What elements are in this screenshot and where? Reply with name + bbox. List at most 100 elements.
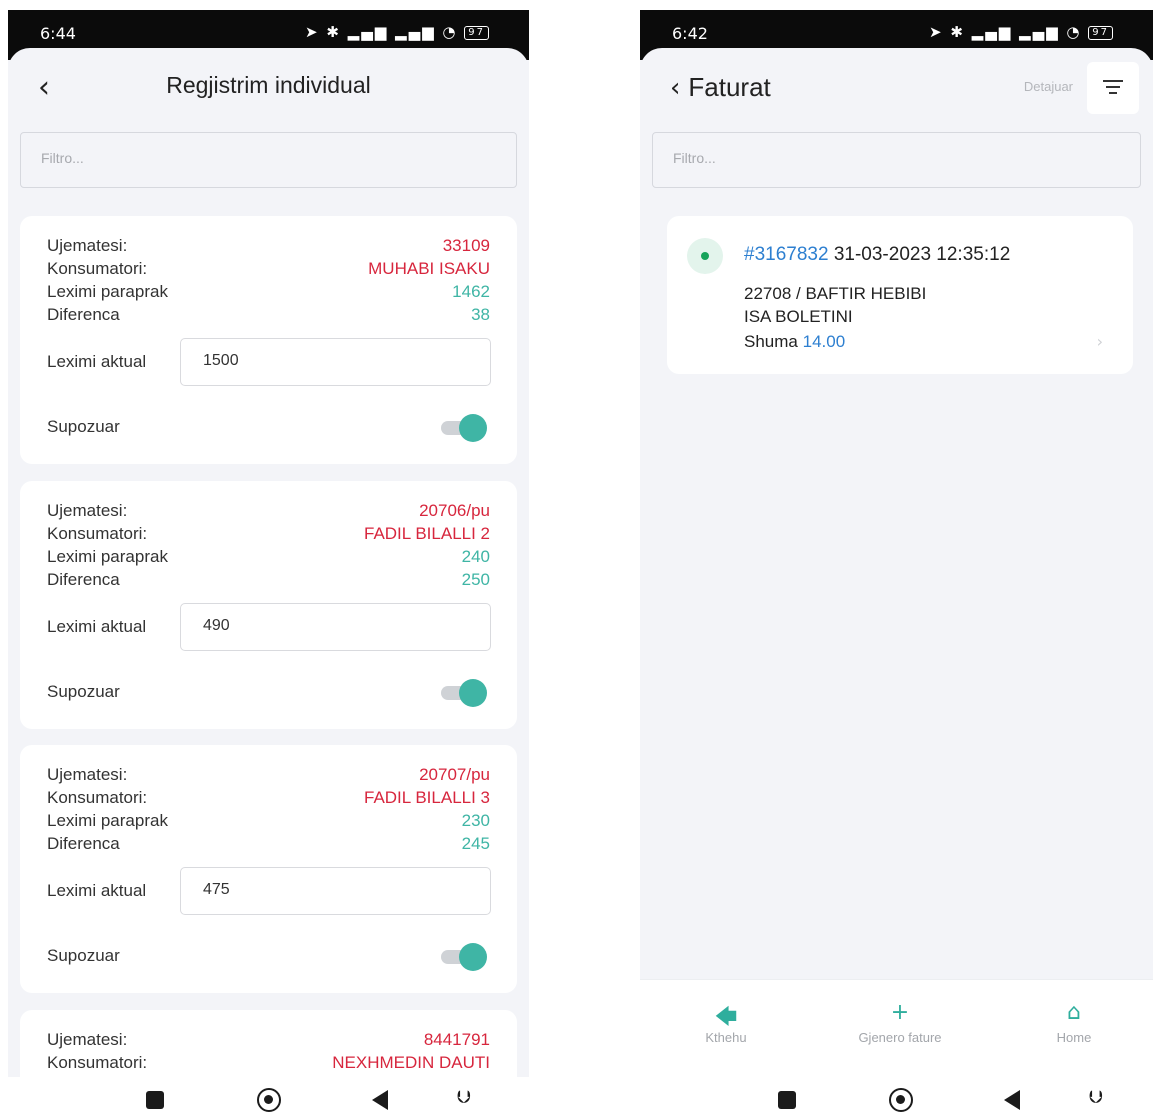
- supozuar-toggle[interactable]: [441, 413, 487, 443]
- konsumator-row: Konsumatori: FADIL BILALLI 3: [47, 788, 490, 811]
- leximi-aktual-input[interactable]: 490: [180, 603, 491, 651]
- gjenero-fature-label: Gjenero fature: [858, 1030, 942, 1045]
- ujemates-row: Ujematesi: 20706/pu: [47, 501, 490, 524]
- meter-card: Ujematesi: 20707/pu Konsumatori: FADIL B…: [20, 745, 517, 993]
- battery-icon: 97: [464, 25, 489, 40]
- ujemates-row: Ujematesi: 8441791: [47, 1030, 490, 1053]
- konsumator-label: Konsumatori:: [47, 259, 148, 278]
- konsumator-row: Konsumatori: MUHABI ISAKU: [47, 259, 490, 282]
- leximi-paraprak-value: 240: [461, 547, 490, 566]
- status-time: 6:42: [672, 24, 708, 43]
- konsumator-label: Konsumatori:: [47, 788, 148, 807]
- back-triangle-icon[interactable]: [372, 1090, 388, 1110]
- leximi-aktual-label: Leximi aktual: [47, 881, 147, 900]
- status-time: 6:44: [40, 24, 76, 43]
- app-header: ‹ Regjistrim individual: [8, 48, 529, 130]
- ujemates-label: Ujematesi:: [47, 236, 128, 255]
- leximi-paraprak-row: Leximi paraprak 1462: [47, 282, 490, 305]
- ujemates-value: 33109: [442, 236, 490, 255]
- filter-button[interactable]: [1087, 62, 1139, 114]
- toggle-knob: [459, 943, 487, 971]
- invoice-id[interactable]: #3167832: [744, 244, 829, 265]
- amount-value: 14.00: [802, 332, 846, 351]
- leximi-aktual-input[interactable]: 1500: [180, 338, 491, 386]
- leximi-paraprak-label: Leximi paraprak: [47, 282, 168, 301]
- ujemates-value: 20707/pu: [419, 765, 490, 784]
- diferenca-row: Diferenca 250: [47, 570, 490, 593]
- assist-icon[interactable]: ⮋: [1089, 1087, 1103, 1108]
- filter-input[interactable]: Filtro...: [652, 132, 1141, 188]
- leximi-paraprak-row: Leximi paraprak 240: [47, 547, 490, 570]
- supozuar-toggle[interactable]: [441, 678, 487, 708]
- app-header: ‹ Faturat Detajuar: [640, 48, 1153, 130]
- leximi-aktual-label: Leximi aktual: [47, 352, 147, 371]
- home-button[interactable]: ⌂ Home: [1004, 1000, 1144, 1045]
- konsumator-label: Konsumatori:: [47, 1053, 148, 1072]
- home-icon: ⌂: [1067, 1000, 1081, 1025]
- recents-icon[interactable]: [778, 1091, 796, 1109]
- left-phone-screen: 6:44 ➤ ✱ ▂▄▆ ▂▄▆ ◔ 97 ‹ Regjistrim indiv…: [8, 10, 529, 1119]
- leximi-paraprak-value: 230: [461, 811, 490, 830]
- konsumator-value: FADIL BILALLI 3: [364, 788, 490, 807]
- kthehu-label: Kthehu: [705, 1030, 747, 1045]
- recents-icon[interactable]: [146, 1091, 164, 1109]
- back-title[interactable]: ‹ Faturat: [670, 72, 771, 103]
- supozuar-toggle[interactable]: [441, 942, 487, 972]
- supozuar-label: Supozuar: [47, 682, 120, 701]
- ujemates-value: 20706/pu: [419, 501, 490, 520]
- supozuar-label: Supozuar: [47, 946, 120, 965]
- ujemates-row: Ujematesi: 20707/pu: [47, 765, 490, 788]
- system-nav-bar: ⮋: [640, 1077, 1153, 1119]
- diferenca-value: 245: [461, 834, 490, 853]
- konsumator-label: Konsumatori:: [47, 524, 148, 543]
- invoice-amount-row: Shuma 14.00: [744, 332, 845, 352]
- diferenca-value: 250: [461, 570, 490, 589]
- status-icons: ➤ ✱ ▂▄▆ ▂▄▆ ◔ 97: [929, 23, 1113, 41]
- detajuar-link[interactable]: Detajuar: [1024, 79, 1073, 94]
- ujemates-value: 8441791: [423, 1030, 490, 1049]
- konsumator-row: Konsumatori: NEXHMEDIN DAUTI: [47, 1053, 490, 1076]
- home-circle-icon[interactable]: [257, 1088, 281, 1112]
- chevron-right-icon: ›: [1096, 332, 1103, 351]
- content-sheet: ‹ Regjistrim individual Filtro... Ujemat…: [8, 48, 529, 1077]
- page-title: Regjistrim individual: [166, 72, 371, 98]
- right-phone-screen: 6:42 ➤ ✱ ▂▄▆ ▂▄▆ ◔ 97 ‹ Faturat Detajuar …: [640, 10, 1153, 1119]
- arrow-left-icon: 🡄: [714, 1005, 738, 1030]
- battery-icon: 97: [1088, 25, 1113, 40]
- gjenero-fature-button[interactable]: + Gjenero fature: [830, 1000, 970, 1045]
- ujemates-label: Ujematesi:: [47, 765, 128, 784]
- konsumator-value: NEXHMEDIN DAUTI: [332, 1053, 490, 1072]
- page-title: Faturat: [688, 72, 771, 102]
- kthehu-button[interactable]: 🡄 Kthehu: [656, 1000, 796, 1045]
- invoice-address: ISA BOLETINI: [744, 307, 853, 326]
- status-icons: ➤ ✱ ▂▄▆ ▂▄▆ ◔ 97: [305, 23, 489, 41]
- toggle-knob: [459, 414, 487, 442]
- invoice-card[interactable]: #3167832 31-03-2023 12:35:12 22708 / BAF…: [667, 216, 1133, 374]
- leximi-paraprak-label: Leximi paraprak: [47, 547, 168, 566]
- assist-icon[interactable]: ⮋: [457, 1087, 471, 1108]
- leximi-aktual-input[interactable]: 475: [180, 867, 491, 915]
- plus-icon: +: [890, 1000, 910, 1025]
- meter-card: Ujematesi: 33109 Konsumatori: MUHABI ISA…: [20, 216, 517, 464]
- diferenca-label: Diferenca: [47, 834, 120, 853]
- konsumator-value: FADIL BILALLI 2: [364, 524, 490, 543]
- meter-card: Ujematesi: 20706/pu Konsumatori: FADIL B…: [20, 481, 517, 729]
- filter-line-icon: [1103, 80, 1123, 82]
- back-triangle-icon[interactable]: [1004, 1090, 1020, 1110]
- home-circle-icon[interactable]: [889, 1088, 913, 1112]
- toggle-knob: [459, 679, 487, 707]
- diferenca-label: Diferenca: [47, 570, 120, 589]
- supozuar-label: Supozuar: [47, 417, 120, 436]
- meter-card: Ujematesi: 8441791 Konsumatori: NEXHMEDI…: [20, 1010, 517, 1077]
- ujemates-row: Ujematesi: 33109: [47, 236, 490, 259]
- invoice-datetime: 31-03-2023 12:35:12: [833, 244, 1011, 265]
- content-sheet: ‹ Faturat Detajuar Filtro... #3167832 31-…: [640, 48, 1153, 1077]
- filter-line-icon: [1106, 86, 1120, 88]
- ujemates-label: Ujematesi:: [47, 1030, 128, 1049]
- amount-label: Shuma: [744, 332, 798, 351]
- invoice-header: #3167832 31-03-2023 12:35:12: [744, 244, 1010, 266]
- invoice-customer: 22708 / BAFTIR HEBIBI: [744, 284, 927, 303]
- diferenca-row: Diferenca 38: [47, 305, 490, 328]
- filter-input[interactable]: Filtro...: [20, 132, 517, 188]
- leximi-aktual-label: Leximi aktual: [47, 617, 147, 636]
